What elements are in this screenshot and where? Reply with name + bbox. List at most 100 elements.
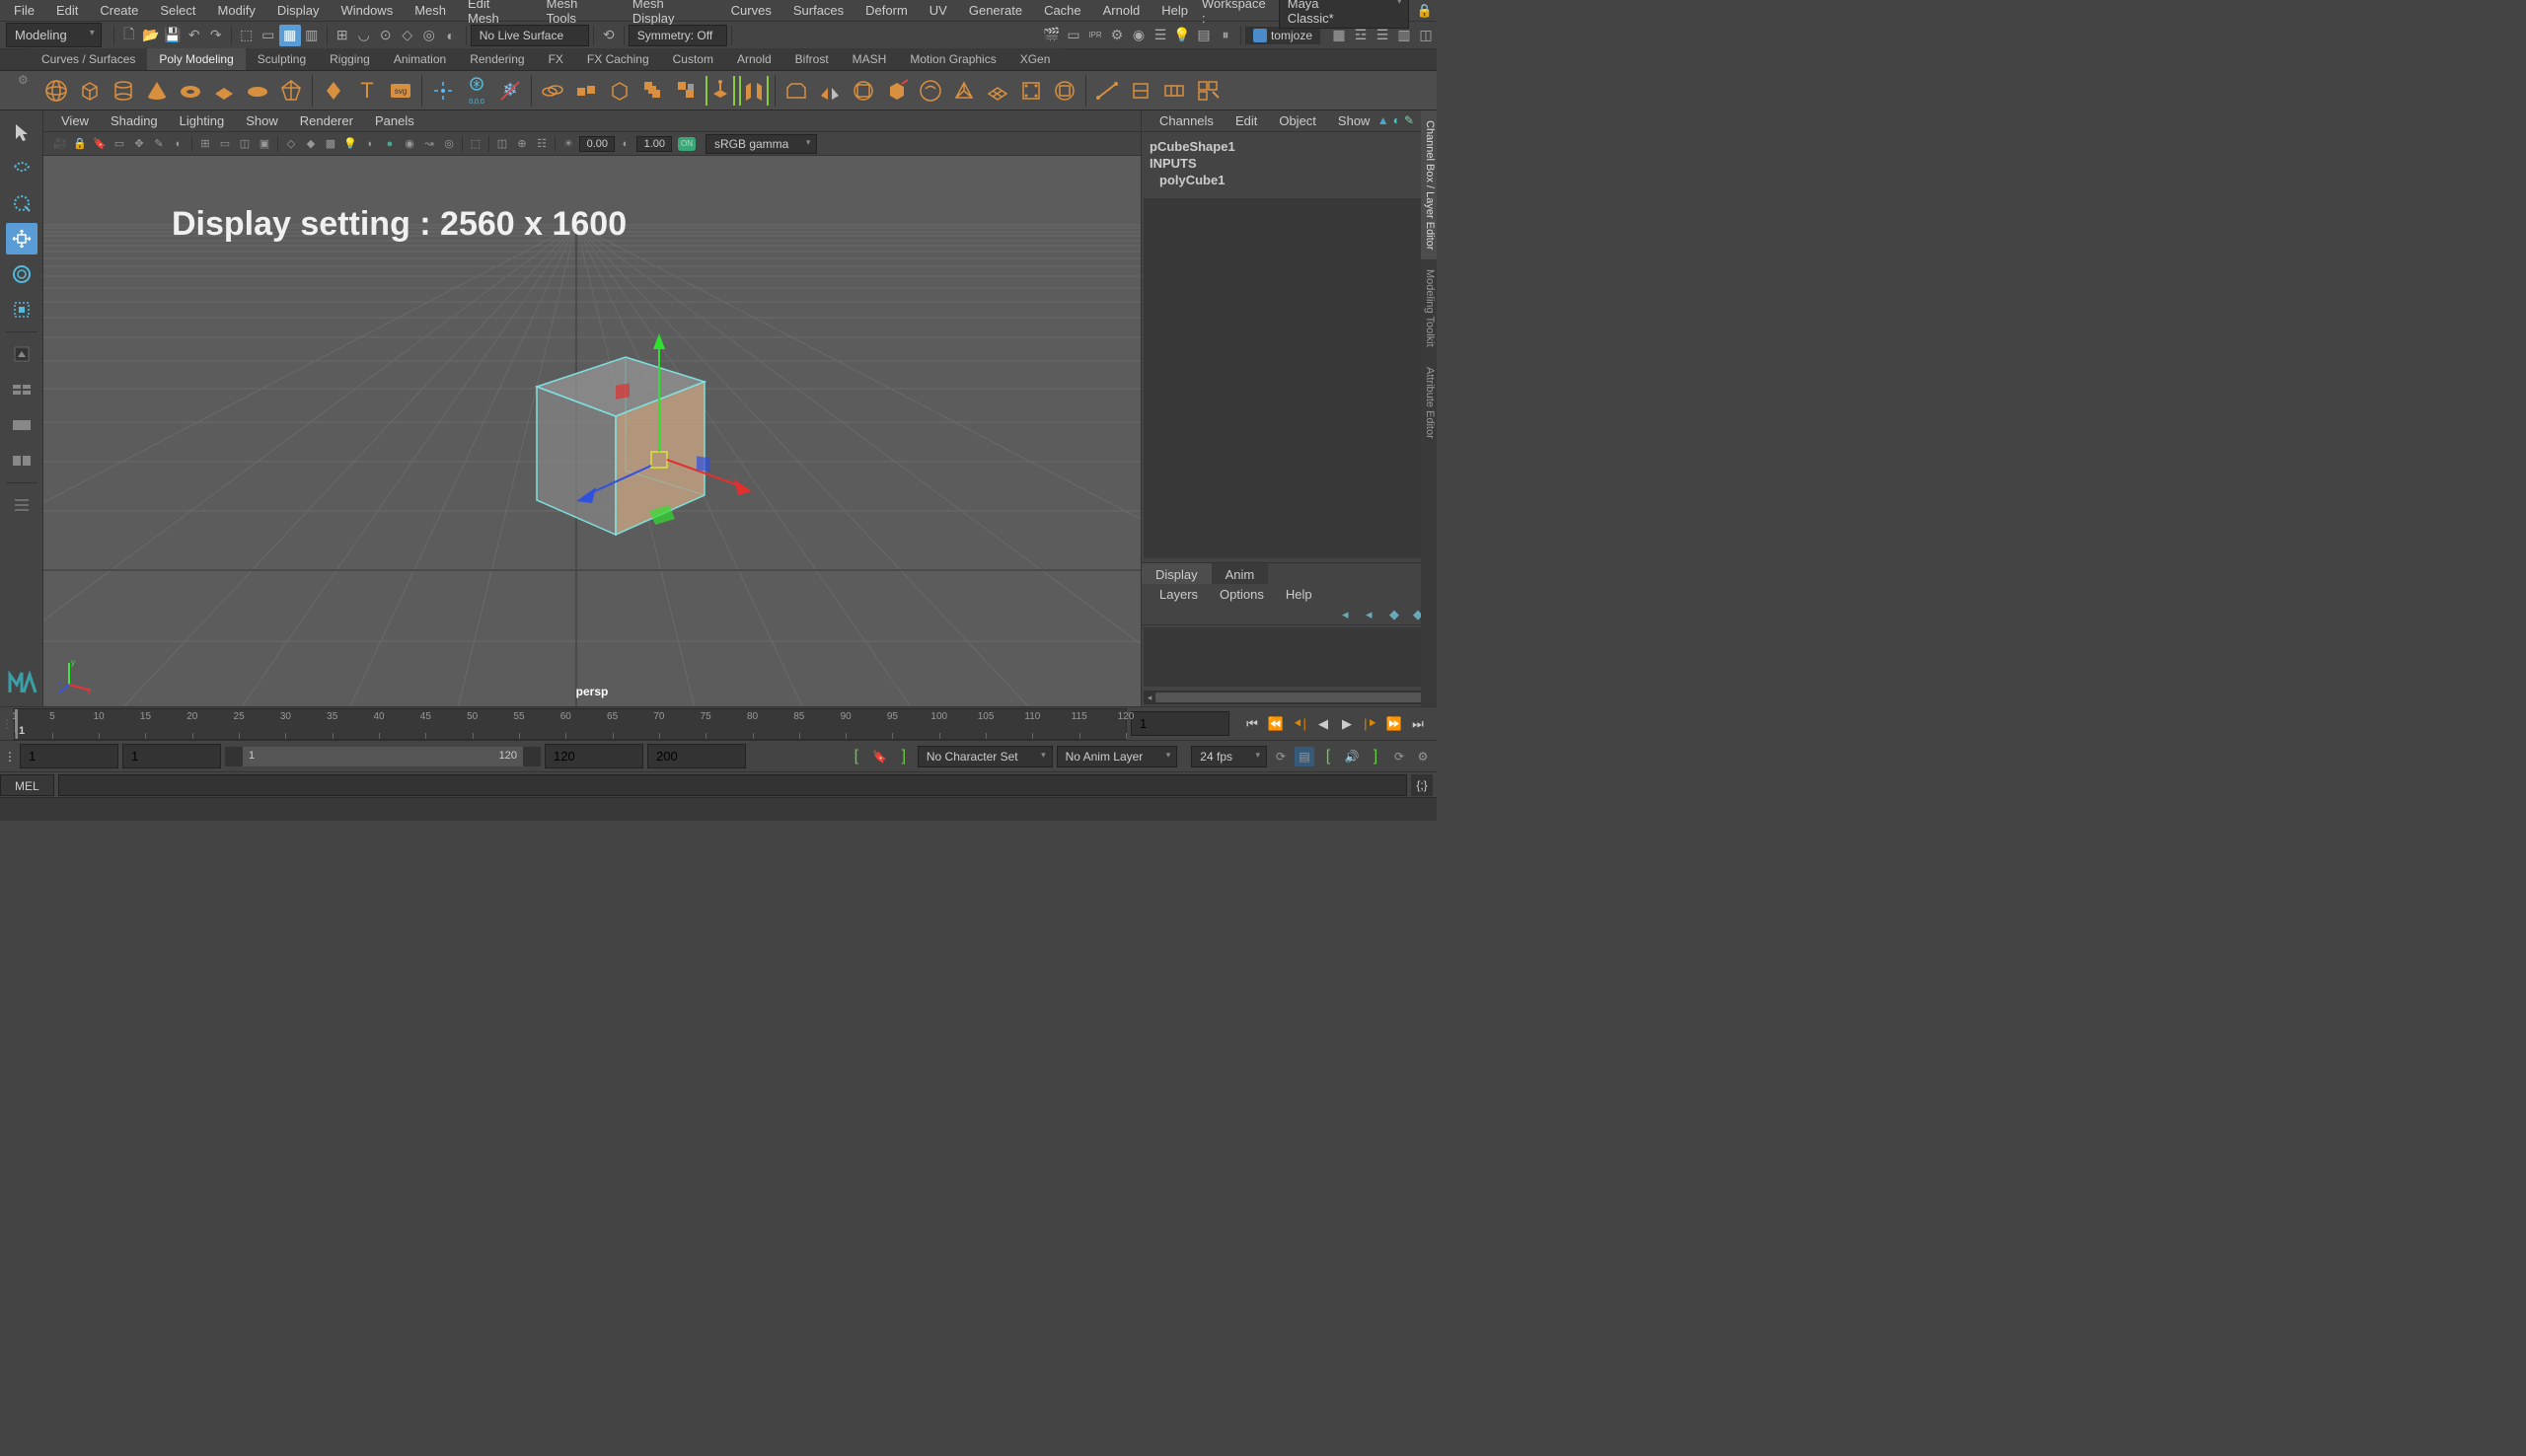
edit-pivot-icon[interactable]: ✎	[1404, 113, 1414, 127]
set-key-icon[interactable]: 🔖	[870, 747, 890, 766]
vp-ghost-icon[interactable]: ◐	[170, 135, 187, 153]
cb-menu-edit[interactable]: Edit	[1226, 110, 1267, 131]
poly-cylinder-icon[interactable]	[109, 76, 138, 106]
light-editor-icon[interactable]: 💡	[1171, 25, 1193, 46]
lock-icon[interactable]: 🔒	[1417, 3, 1433, 19]
layer-menu-layers[interactable]: Layers	[1150, 585, 1208, 604]
vp-shaded-icon[interactable]: ◆	[302, 135, 320, 153]
anim-layer-dropdown[interactable]: No Anim Layer	[1057, 746, 1178, 767]
vp-grid-icon[interactable]: ⊞	[196, 135, 214, 153]
vp-shadows-icon[interactable]: ◗	[361, 135, 379, 153]
step-fwd-icon[interactable]: |⯈	[1360, 713, 1381, 735]
snap-grid-icon[interactable]: ⊞	[332, 25, 353, 46]
snap-plane-icon[interactable]: ◇	[397, 25, 418, 46]
target-weld-icon[interactable]	[1126, 76, 1155, 106]
right-tab-channelbox[interactable]: Channel Box / Layer Editor	[1421, 110, 1437, 259]
live-surface-field[interactable]: No Live Surface	[471, 25, 589, 46]
shelf-tab-fx[interactable]: FX	[537, 48, 575, 70]
audio-r-icon[interactable]: ]	[1366, 747, 1385, 766]
cb-node-polycube[interactable]: polyCube1	[1150, 172, 1429, 188]
vp-ao-icon[interactable]: ●	[381, 135, 399, 153]
vp-menu-panels[interactable]: Panels	[365, 110, 424, 131]
bevel-icon[interactable]	[781, 76, 811, 106]
go-end-icon[interactable]: ⏭	[1407, 713, 1429, 735]
poly-platonic-icon[interactable]	[276, 76, 306, 106]
select-hierarchy-icon[interactable]: ⬚	[236, 25, 258, 46]
vp-bookmark-icon[interactable]: 🔖	[91, 135, 109, 153]
vp-xray-joints-icon[interactable]: ⊕	[513, 135, 531, 153]
poly-disc-icon[interactable]	[243, 76, 272, 106]
right-tab-attributeeditor[interactable]: Attribute Editor	[1421, 357, 1437, 449]
shelf-tab-rendering[interactable]: Rendering	[458, 48, 536, 70]
scale-tool[interactable]	[6, 294, 37, 326]
freeze-transform-icon[interactable]: 0,0,0	[462, 76, 491, 106]
layout-single-icon[interactable]	[6, 409, 37, 441]
menu-deform[interactable]: Deform	[855, 0, 918, 21]
connect-icon[interactable]	[1159, 76, 1189, 106]
save-scene-icon[interactable]: 💾	[162, 25, 184, 46]
menu-cache[interactable]: Cache	[1034, 0, 1091, 21]
menu-surfaces[interactable]: Surfaces	[783, 0, 854, 21]
menu-windows[interactable]: Windows	[331, 0, 403, 21]
audio-l-icon[interactable]: [	[1318, 747, 1338, 766]
snap-point-icon[interactable]: ⊙	[375, 25, 397, 46]
vp-menu-lighting[interactable]: Lighting	[170, 110, 235, 131]
render-frame-icon[interactable]: ▭	[1063, 25, 1084, 46]
vp-lights-icon[interactable]: 💡	[341, 135, 359, 153]
vp-textured-icon[interactable]: ▩	[322, 135, 339, 153]
rotate-tool[interactable]	[6, 258, 37, 290]
step-back-key-icon[interactable]: ⏪	[1265, 713, 1287, 735]
layer-menu-help[interactable]: Help	[1276, 585, 1322, 604]
vp-exposure-field[interactable]: 0.00	[579, 136, 615, 152]
poly-cone-icon[interactable]	[142, 76, 172, 106]
menu-modify[interactable]: Modify	[208, 0, 265, 21]
menu-help[interactable]: Help	[1152, 0, 1198, 21]
character-set-dropdown[interactable]: No Character Set	[918, 746, 1053, 767]
uv-planar-icon[interactable]	[1016, 76, 1046, 106]
shelf-tab-xgen[interactable]: XGen	[1008, 48, 1063, 70]
shelf-tab-mash[interactable]: MASH	[841, 48, 899, 70]
cb-menu-channels[interactable]: Channels	[1150, 110, 1224, 131]
script-editor-icon[interactable]: {;}	[1411, 774, 1433, 796]
vp-gate-mask-icon[interactable]: ▣	[256, 135, 273, 153]
step-back-icon[interactable]: ⯇|	[1289, 713, 1310, 735]
audio-icon[interactable]: 🔊	[1342, 747, 1362, 766]
paint-select-tool[interactable]	[6, 187, 37, 219]
layout-2x2-icon[interactable]	[6, 374, 37, 405]
vp-wireframe-icon[interactable]: ◇	[282, 135, 300, 153]
poly-torus-icon[interactable]	[176, 76, 205, 106]
vp-grease-icon[interactable]: ✎	[150, 135, 168, 153]
outliner-icon[interactable]	[6, 489, 37, 521]
quadrangulate-icon[interactable]	[983, 76, 1012, 106]
play-forward-icon[interactable]: ▶	[1336, 713, 1358, 735]
menu-uv[interactable]: UV	[920, 0, 957, 21]
autokey-r-icon[interactable]: ]	[894, 747, 914, 766]
menu-arnold[interactable]: Arnold	[1093, 0, 1151, 21]
sync-icon[interactable]: ◐	[1393, 113, 1400, 127]
time-slider[interactable]: 1 15101520253035404550556065707580859095…	[14, 708, 1127, 740]
command-input[interactable]	[58, 774, 1407, 796]
poly-cube-object[interactable]	[497, 328, 754, 584]
select-multi-icon[interactable]: ▥	[301, 25, 323, 46]
menu-display[interactable]: Display	[267, 0, 330, 21]
snap-live-icon[interactable]: ◎	[418, 25, 440, 46]
move-tool[interactable]	[6, 223, 37, 255]
prefs-reload-icon[interactable]: ⟳	[1389, 747, 1409, 766]
ipr-icon[interactable]: IPR	[1084, 25, 1106, 46]
move-layer-up-icon[interactable]: ◂	[1342, 607, 1358, 622]
poly-svg-icon[interactable]: svg	[386, 76, 415, 106]
mirror-icon[interactable]	[815, 76, 845, 106]
select-object-icon[interactable]: ▭	[258, 25, 279, 46]
poly-cube-icon[interactable]	[75, 76, 105, 106]
snap-view-icon[interactable]: ◐	[440, 25, 462, 46]
undo-icon[interactable]: ↶	[184, 25, 205, 46]
separate-icon[interactable]	[571, 76, 601, 106]
menu-create[interactable]: Create	[90, 0, 148, 21]
scroll-left-icon[interactable]: ◂	[1144, 691, 1155, 704]
boolean-diff-icon[interactable]	[672, 76, 702, 106]
layout-split-icon[interactable]	[6, 445, 37, 476]
layer-tab-anim[interactable]: Anim	[1212, 563, 1269, 584]
reduce-icon[interactable]	[882, 76, 912, 106]
range-slider[interactable]: 1 120	[225, 747, 541, 766]
poly-plane-icon[interactable]	[209, 76, 239, 106]
